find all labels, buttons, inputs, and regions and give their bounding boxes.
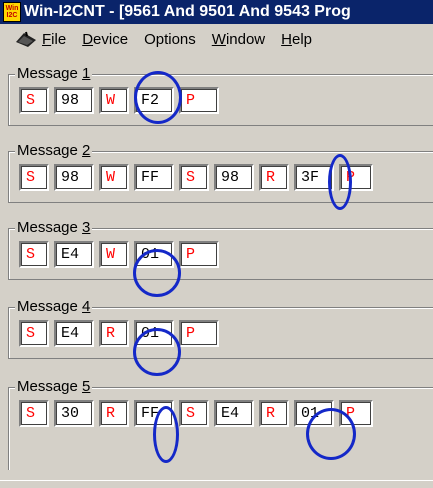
message-title-5: Message 5 (15, 378, 93, 396)
message-field-write[interactable]: W (99, 164, 129, 191)
message-title-text: Message (17, 142, 83, 159)
message-field-read[interactable]: R (99, 400, 129, 427)
message-title-4: Message 4 (15, 298, 93, 316)
menu-file[interactable]: File (42, 31, 66, 48)
menu-window[interactable]: Window (212, 31, 265, 48)
message-field-start[interactable]: S (19, 87, 49, 114)
message-title-number: 5 (82, 378, 91, 395)
title-bar: Win I2C Win-I2CNT - [9561 And 9501 And 9… (0, 0, 433, 24)
message-field-address[interactable]: 98 (214, 164, 254, 191)
app-icon-text-bottom: I2C (6, 12, 18, 19)
window-title: Win-I2CNT - [9561 And 9501 And 9543 Prog (24, 3, 351, 20)
message-field-stop[interactable]: P (179, 320, 219, 347)
message-field-address[interactable]: 30 (54, 400, 94, 427)
message-field-data[interactable]: F2 (134, 87, 174, 114)
menu-file-label: ile (51, 30, 67, 48)
message-field-data[interactable]: 01 (294, 400, 334, 427)
menu-device[interactable]: Device (82, 31, 128, 48)
message-title-2: Message 2 (15, 142, 93, 160)
message-field-restart[interactable]: S (179, 164, 209, 191)
message-field-read[interactable]: R (99, 320, 129, 347)
message-title-number: 4 (82, 298, 91, 315)
message-title-text: Message (17, 298, 83, 315)
menu-options-label: Options (144, 30, 196, 48)
message-field-data[interactable]: FF (134, 164, 174, 191)
message-title-text: Message (17, 378, 83, 395)
message-field-start[interactable]: S (19, 400, 49, 427)
message-field-stop[interactable]: P (339, 164, 373, 191)
message-group-5: Message 5 S 30 R FF S E4 R 01 P (8, 378, 433, 470)
message-group-2: Message 2 S 98 W FF S 98 R 3F P (8, 142, 433, 203)
message-field-address[interactable]: E4 (54, 320, 94, 347)
message-title-3: Message 3 (15, 219, 93, 237)
message-field-start[interactable]: S (19, 164, 49, 191)
message-field-address[interactable]: 98 (54, 164, 94, 191)
message-title-number: 1 (82, 65, 91, 82)
menu-help-label: elp (291, 30, 313, 48)
message-field-address[interactable]: E4 (54, 241, 94, 268)
message-group-4: Message 4 S E4 R 01 P (8, 298, 433, 359)
message-field-address[interactable]: E4 (214, 400, 254, 427)
menu-options[interactable]: Options (144, 31, 196, 48)
menu-bar: File Device Options Window Help (0, 26, 433, 52)
message-field-stop[interactable]: P (179, 87, 219, 114)
message-field-data[interactable]: FF (134, 400, 174, 427)
message-title-text: Message (17, 219, 83, 236)
message-field-start[interactable]: S (19, 320, 49, 347)
message-title-number: 3 (82, 219, 91, 236)
message-field-data[interactable]: 3F (294, 164, 334, 191)
menu-window-label: indow (225, 30, 266, 48)
message-field-start[interactable]: S (19, 241, 49, 268)
message-field-write[interactable]: W (99, 87, 129, 114)
menu-help-accel: H (281, 30, 292, 48)
message-group-3: Message 3 S E4 W 01 P (8, 219, 433, 280)
message-field-restart[interactable]: S (179, 400, 209, 427)
app-icon[interactable]: Win I2C (3, 2, 21, 22)
message-group-1: Message 1 S 98 W F2 P (8, 65, 433, 126)
app-icon-text-top: Win (5, 5, 19, 12)
message-title-number: 2 (82, 142, 91, 159)
menu-window-accel: W (211, 30, 226, 48)
message-field-data[interactable]: 01 (134, 241, 174, 268)
menu-file-accel: F (42, 30, 52, 48)
message-title-1: Message 1 (15, 65, 93, 83)
message-field-read[interactable]: R (259, 164, 289, 191)
message-field-stop[interactable]: P (179, 241, 219, 268)
menu-device-label: evice (93, 30, 129, 48)
message-field-write[interactable]: W (99, 241, 129, 268)
message-field-read[interactable]: R (259, 400, 289, 427)
menu-device-accel: D (82, 30, 94, 48)
message-field-address[interactable]: 98 (54, 87, 94, 114)
message-title-text: Message (17, 65, 83, 82)
message-field-stop[interactable]: P (339, 400, 373, 427)
menu-help[interactable]: Help (281, 31, 312, 48)
message-field-data[interactable]: 01 (134, 320, 174, 347)
document-chip-icon[interactable] (14, 30, 38, 48)
